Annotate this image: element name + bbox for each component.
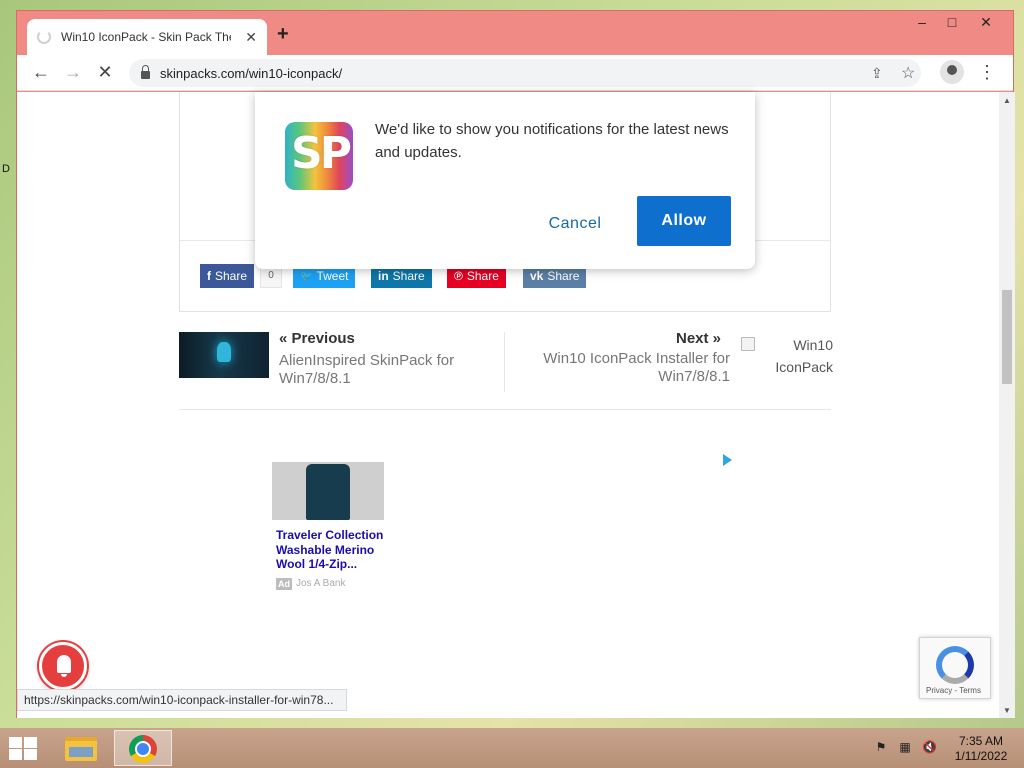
- profile-avatar-icon[interactable]: [940, 60, 964, 84]
- scrollbar-thumb[interactable]: [1002, 290, 1012, 384]
- previous-post-link[interactable]: AlienInspired SkinPack for Win7/8/8.1: [279, 352, 479, 388]
- bookmark-star-icon[interactable]: ☆: [901, 63, 915, 83]
- next-image-alt-text: Win10 IconPack: [775, 337, 833, 375]
- twitter-icon: 🐦: [300, 270, 313, 282]
- previous-label[interactable]: « Previous: [279, 330, 355, 347]
- previous-post-thumbnail[interactable]: [179, 332, 269, 378]
- pinterest-share-label: Share: [466, 269, 499, 283]
- nav-divider: [504, 332, 505, 392]
- ad-badge: Ad: [276, 577, 292, 590]
- scroll-up-arrow-icon[interactable]: ▲: [1003, 96, 1011, 105]
- linkedin-icon: in: [378, 269, 389, 283]
- system-clock[interactable]: 7:35 AM 1/11/2022: [946, 734, 1016, 764]
- bell-icon: [57, 655, 71, 677]
- ad-product-image[interactable]: [272, 462, 384, 520]
- stop-loading-button[interactable]: ✕: [93, 61, 117, 85]
- scroll-down-arrow-icon[interactable]: ▼: [1003, 706, 1011, 715]
- browser-toolbar: ← → ✕ skinpacks.com/win10-iconpack/ ⇪ ☆ …: [17, 55, 1013, 91]
- facebook-icon: f: [207, 269, 211, 283]
- lock-icon[interactable]: [141, 64, 150, 79]
- vertical-scrollbar[interactable]: ▲ ▼: [999, 92, 1015, 718]
- ad-unit[interactable]: Traveler Collection Washable Merino Wool…: [272, 462, 384, 590]
- loading-spinner-icon: [37, 30, 51, 44]
- recaptcha-terms[interactable]: Privacy - Terms: [926, 686, 981, 695]
- next-post-thumbnail[interactable]: Win10 IconPack: [741, 334, 833, 384]
- forward-button[interactable]: →: [61, 61, 85, 85]
- desktop-edge-glyph: D: [2, 163, 10, 175]
- chrome-taskbar-button[interactable]: [114, 730, 172, 766]
- logo-text: SP: [291, 128, 352, 179]
- ad-title[interactable]: Traveler Collection Washable Merino Wool…: [272, 528, 384, 572]
- close-window-button[interactable]: ✕: [971, 11, 1001, 35]
- tab-close-icon[interactable]: ✕: [245, 29, 257, 46]
- network-icon[interactable]: ▦: [898, 740, 912, 754]
- chrome-menu-button[interactable]: ⋮: [975, 61, 999, 85]
- skinpacks-logo: SP: [285, 122, 353, 190]
- facebook-share-label: Share: [215, 269, 248, 283]
- allow-button[interactable]: Allow: [637, 196, 731, 246]
- title-bar: Win10 IconPack - Skin Pack Theme ✕ + ‒ □…: [17, 11, 1013, 55]
- ad-advertiser: Jos A Bank: [296, 578, 346, 589]
- notification-permission-dialog: SP We'd like to show you notifications f…: [255, 92, 755, 269]
- clock-time: 7:35 AM: [958, 734, 1004, 748]
- notification-bell-button[interactable]: [39, 642, 87, 690]
- ad-source: Ad Jos A Bank: [272, 577, 384, 590]
- url-text: skinpacks.com/win10-iconpack/: [160, 65, 343, 81]
- vk-share-label: Share: [547, 269, 580, 283]
- vk-icon: vk: [530, 269, 544, 283]
- browser-window: Win10 IconPack - Skin Pack Theme ✕ + ‒ □…: [16, 10, 1015, 718]
- recaptcha-icon: [936, 646, 974, 684]
- linkedin-share-label: Share: [392, 269, 425, 283]
- post-navigation: « Previous AlienInspired SkinPack for Wi…: [179, 330, 833, 410]
- prompt-message: We'd like to show you notifications for …: [375, 121, 729, 161]
- recaptcha-badge[interactable]: Privacy - Terms: [919, 637, 991, 699]
- pinterest-icon: ℗: [454, 269, 463, 283]
- minimize-button[interactable]: ‒: [907, 11, 937, 35]
- next-label[interactable]: Next »: [676, 330, 721, 347]
- adchoices-icon[interactable]: [723, 454, 732, 466]
- facebook-share-button[interactable]: f Share: [200, 264, 255, 288]
- next-post-link[interactable]: Win10 IconPack Installer for Win7/8/8.1: [524, 350, 730, 386]
- maximize-button[interactable]: □: [937, 11, 967, 35]
- volume-muted-icon[interactable]: 🔇: [922, 740, 937, 754]
- cancel-button[interactable]: Cancel: [545, 212, 605, 236]
- new-tab-button[interactable]: +: [277, 23, 289, 46]
- clock-date: 1/11/2022: [954, 749, 1008, 763]
- share-icon[interactable]: ⇪: [871, 65, 883, 82]
- file-explorer-taskbar-button[interactable]: [52, 730, 110, 766]
- browser-tab[interactable]: Win10 IconPack - Skin Pack Theme ✕: [27, 19, 267, 55]
- action-center-flag-icon[interactable]: ⚑: [874, 740, 888, 754]
- start-button[interactable]: [8, 736, 38, 760]
- folder-icon: [65, 737, 97, 761]
- taskbar: ⚑ ▦ 🔇 7:35 AM 1/11/2022: [0, 728, 1024, 768]
- tab-title: Win10 IconPack - Skin Pack Theme: [61, 30, 231, 44]
- tweet-label: Tweet: [316, 269, 349, 283]
- status-bar-url: https://skinpacks.com/win10-iconpack-ins…: [17, 689, 347, 711]
- back-button[interactable]: ←: [29, 61, 53, 85]
- chrome-icon: [129, 735, 157, 763]
- broken-image-icon: [741, 337, 755, 351]
- address-bar[interactable]: skinpacks.com/win10-iconpack/ ⇪ ☆: [129, 59, 921, 87]
